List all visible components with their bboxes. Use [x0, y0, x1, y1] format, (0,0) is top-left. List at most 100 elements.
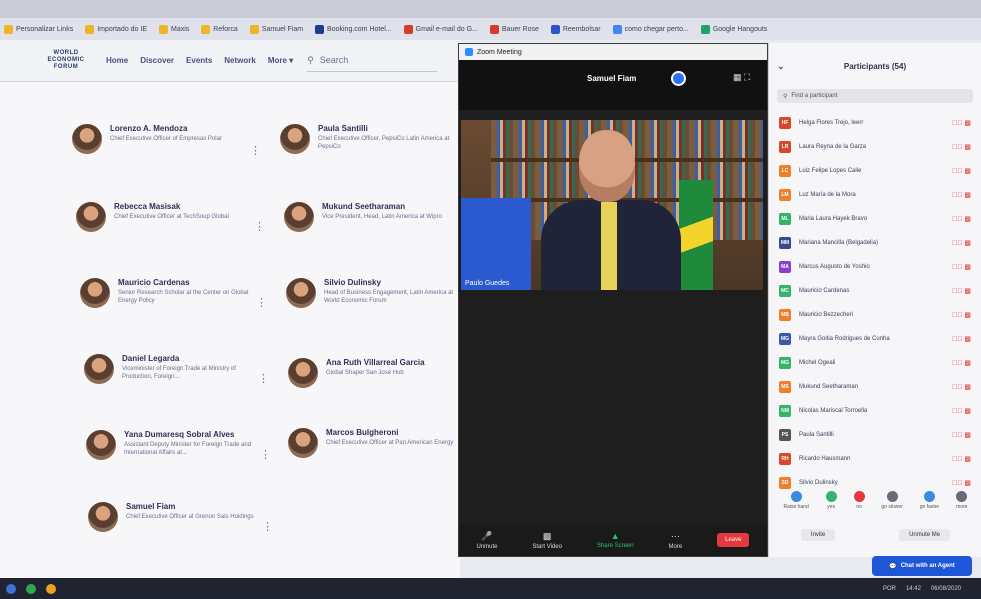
muted-mic-icon[interactable]: 🎤⃠ ▩ — [952, 383, 971, 391]
muted-mic-icon[interactable]: 🎤⃠ ▩ — [952, 215, 971, 223]
unmute-me-button[interactable]: Unmute Me — [899, 529, 951, 541]
bookmark[interactable]: Samuel Fiam — [249, 24, 303, 34]
taskbar-app-icon[interactable] — [6, 583, 16, 594]
nav-discover[interactable]: Discover — [140, 56, 174, 65]
muted-mic-icon[interactable]: 🎤⃠ ▩ — [952, 455, 971, 463]
speaker-avatar[interactable] — [671, 71, 686, 86]
share-screen-button[interactable]: ▲ Share Screen — [597, 531, 634, 549]
muted-mic-icon[interactable]: 🎤⃠ ▩ — [952, 191, 971, 199]
nav-events[interactable]: Events — [186, 56, 212, 65]
zoom-titlebar[interactable]: Zoom Meeting — [459, 44, 767, 60]
taskbar-app-icon[interactable] — [46, 583, 56, 594]
more-options-icon[interactable]: ⋮ — [258, 372, 269, 385]
person-card[interactable]: Silvio Dulinsky Head of Business Engageme… — [286, 278, 459, 308]
yes-button[interactable]: yes — [825, 491, 837, 510]
muted-mic-icon[interactable]: 🎤⃠ ▩ — [952, 287, 971, 295]
muted-mic-icon[interactable]: 🎤⃠ ▩ — [952, 359, 971, 367]
participant-row[interactable]: MG Mayra Goitia Rodrigues de Cunha 🎤⃠ ▩ — [769, 327, 981, 351]
muted-mic-icon[interactable]: 🎤⃠ ▩ — [952, 119, 971, 127]
more-options-icon[interactable]: ⋮ — [260, 448, 271, 461]
language-indicator[interactable]: POR — [883, 586, 896, 592]
more-options-icon[interactable]: ⋮ — [256, 296, 267, 309]
nav-network[interactable]: Network — [224, 56, 256, 65]
participant-row[interactable]: NM Nicolas Mariscal Torroella 🎤⃠ ▩ — [769, 399, 981, 423]
start-video-button[interactable]: ▩ Start Video — [532, 531, 562, 550]
bookmark[interactable]: Maxis — [159, 24, 189, 34]
bookmark[interactable]: Reforca — [201, 24, 238, 34]
microphone-off-icon: 🎤 — [481, 530, 493, 541]
muted-mic-icon[interactable]: 🎤⃠ ▩ — [952, 311, 971, 319]
go-faster-button[interactable]: go faster — [920, 491, 939, 510]
muted-mic-icon[interactable]: 🎤⃠ ▩ — [952, 431, 971, 439]
person-name: Samuel Fiam — [126, 502, 176, 511]
unmute-button[interactable]: 🎤 Unmute — [476, 531, 497, 550]
muted-mic-icon[interactable]: 🎤⃠ ▩ — [952, 335, 971, 343]
search-input[interactable]: ⚲ Search — [307, 50, 438, 72]
muted-mic-icon[interactable]: 🎤⃠ ▩ — [952, 143, 971, 151]
muted-mic-icon[interactable]: 🎤⃠ ▩ — [952, 263, 971, 271]
more-options-icon[interactable]: ⋮ — [254, 220, 265, 233]
no-button[interactable]: no — [853, 491, 865, 510]
more-options-icon[interactable]: ⋮ — [250, 144, 261, 157]
person-card[interactable]: Mukund Seetharaman Vice President, Head, … — [284, 202, 457, 232]
go-slower-button[interactable]: go slower — [881, 491, 903, 510]
muted-mic-icon[interactable]: 🎤⃠ ▩ — [952, 239, 971, 247]
person-card[interactable]: Yana Dumaresq Sobral Alves Assistant Depu… — [86, 430, 259, 460]
participant-row[interactable]: MM Mariana Mancilla (Belgadelia) 🎤⃠ ▩ — [769, 231, 981, 255]
bookmark[interactable]: Importado do IE — [85, 24, 147, 34]
person-card[interactable]: Ana Ruth Villarreal Garcia Global Shaper … — [288, 358, 461, 388]
taskbar-app-icon[interactable] — [26, 583, 36, 594]
participant-row[interactable]: LM Luz María de la Mora 🎤⃠ ▩ — [769, 183, 981, 207]
raise-hand-button[interactable]: Raise hand — [783, 491, 809, 510]
participant-row[interactable]: LR Laura Reyna de la Garza 🎤⃠ ▩ — [769, 135, 981, 159]
participant-avatar: LR — [779, 141, 791, 153]
bookmark[interactable]: Personalizar Links — [4, 24, 73, 34]
muted-mic-icon[interactable]: 🎤⃠ ▩ — [952, 167, 971, 175]
bookmark[interactable]: Booking.com Hotel... — [315, 24, 392, 34]
participant-row[interactable]: MC Mauricio Cardenas 🎤⃠ ▩ — [769, 279, 981, 303]
bookmark[interactable]: Bauer Rose — [489, 24, 539, 34]
taskbar-apps — [6, 583, 56, 594]
wef-logo[interactable]: WORLD ECONOMIC FORUM — [38, 50, 94, 71]
participant-row[interactable]: MG Michel Ogeali 🎤⃠ ▩ — [769, 351, 981, 375]
gallery-view-icon[interactable]: ▦ ⛶ — [733, 72, 750, 83]
bookmark[interactable]: Gmail e-mail do G... — [403, 24, 478, 34]
zoom-icon — [465, 48, 473, 56]
participant-row[interactable]: LC Luiz Felipe Lopes Calie 🎤⃠ ▩ — [769, 159, 981, 183]
browser-tabstrip[interactable] — [0, 0, 981, 18]
person-card[interactable]: Samuel Fiam Chief Executive Officer at Gr… — [88, 502, 261, 532]
bookmark[interactable]: Reembolsar — [550, 24, 601, 34]
muted-mic-icon[interactable]: 🎤⃠ ▩ — [952, 479, 971, 487]
chat-with-agent-button[interactable]: 💬 Chat with an Agent — [872, 556, 972, 576]
bookmark[interactable]: Google Hangouts — [700, 24, 767, 34]
participant-row[interactable]: MS Mukund Seetharaman 🎤⃠ ▩ — [769, 375, 981, 399]
chevron-down-icon[interactable]: ⌄ — [777, 61, 785, 72]
participant-row[interactable]: ML Maria Laura Hayek Bravo 🎤⃠ ▩ — [769, 207, 981, 231]
participant-avatar: PS — [779, 429, 791, 441]
more-button[interactable]: ⋯ More — [669, 531, 683, 550]
participant-row[interactable]: MB Mauricio Bezzecheri 🎤⃠ ▩ — [769, 303, 981, 327]
person-name: Yana Dumaresq Sobral Alves — [124, 430, 235, 439]
participants-panel: ⌄ Participants (54) ⚲ Find a participant … — [768, 43, 981, 557]
participant-row[interactable]: PS Paula Santilli 🎤⃠ ▩ — [769, 423, 981, 447]
nav-more[interactable]: More ▾ — [268, 56, 293, 65]
participant-row[interactable]: MA Marcus Augusto de Yoshio 🎤⃠ ▩ — [769, 255, 981, 279]
leave-button[interactable]: Leave — [717, 533, 750, 547]
more-options-icon[interactable]: ⋮ — [262, 520, 273, 533]
person-card[interactable]: Mauricio Cardenas Senior Research Scholar… — [80, 278, 253, 308]
more-reactions-button[interactable]: more — [956, 491, 967, 510]
participant-row[interactable]: HF Helga Flores Trejo, leerr 🎤⃠ ▩ — [769, 111, 981, 135]
speaker-face — [579, 130, 635, 202]
find-participant-input[interactable]: ⚲ Find a participant — [777, 89, 973, 103]
muted-mic-icon[interactable]: 🎤⃠ ▩ — [952, 407, 971, 415]
person-card[interactable]: Rebecca Masisak Chief Executive Officer a… — [76, 202, 249, 232]
person-card[interactable]: Lorenzo A. Mendoza Chief Executive Office… — [72, 124, 245, 154]
nav-home[interactable]: Home — [106, 56, 128, 65]
invite-button[interactable]: Invite — [800, 529, 836, 541]
person-card[interactable]: Paula Santilli Chief Executive Officer, P… — [280, 124, 453, 154]
person-card[interactable]: Daniel Legarda Viceminister of Foreign Tr… — [84, 354, 257, 384]
folder-icon — [85, 24, 95, 34]
bookmark[interactable]: como chegar perto... — [612, 24, 689, 34]
person-card[interactable]: Marcos Bulgheroni Chief Executive Officer… — [288, 428, 461, 458]
participant-row[interactable]: RH Ricardo Hausmann 🎤⃠ ▩ — [769, 447, 981, 471]
